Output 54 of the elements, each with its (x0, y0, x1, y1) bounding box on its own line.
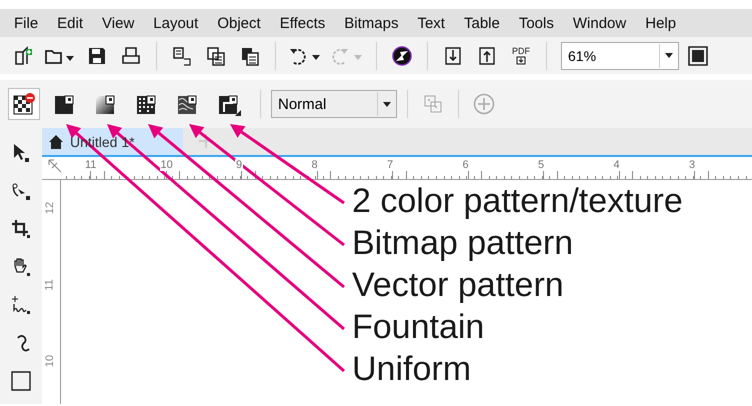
copy-icon (206, 46, 226, 66)
menu-item[interactable]: Edit (49, 14, 94, 32)
export-icon (478, 46, 496, 66)
callout-label: Uniform (352, 350, 472, 388)
ruler-number: 9 (235, 159, 244, 171)
ruler-number: 7 (386, 159, 394, 171)
ruler-number: 4 (612, 159, 621, 171)
import-icon (444, 46, 462, 66)
menu-item[interactable]: Bitmaps (336, 14, 410, 32)
callout-label: Vector pattern (352, 266, 565, 304)
freehand-tool-icon (10, 294, 32, 316)
caret-icon (383, 102, 391, 106)
document-icon (516, 56, 526, 64)
full-screen-icon (688, 46, 708, 66)
ruler-number: 6 (462, 159, 470, 171)
menu-item[interactable]: View (94, 14, 146, 32)
no-fill-icon (12, 92, 36, 116)
add-icon (473, 93, 495, 115)
menu-item[interactable]: Layout (145, 14, 210, 32)
menu-item[interactable]: Object (209, 14, 272, 32)
ruler-number: 11 (44, 278, 56, 290)
ruler-origin-icon (48, 159, 62, 173)
ruler-number: 8 (310, 159, 319, 171)
callout-label: Bitmap pattern (352, 224, 574, 262)
ruler-number: 5 (537, 159, 546, 171)
menu-item[interactable]: Table (456, 14, 511, 32)
ruler-number: 10 (44, 354, 56, 368)
crop-tool-icon (10, 218, 32, 240)
menu-item[interactable]: Window (564, 14, 638, 32)
copy-fill-icon (423, 94, 443, 114)
ruler-number: 12 (44, 202, 56, 214)
menu-item[interactable]: File (6, 14, 50, 32)
menu-item[interactable]: Tools (510, 14, 565, 32)
ruler-number: 3 (688, 159, 696, 171)
home-icon (48, 134, 64, 150)
zoom-field[interactable]: 61% (561, 42, 679, 70)
save-icon (87, 46, 107, 66)
callout-label: Fountain (352, 308, 486, 346)
launcher-icon (392, 46, 412, 66)
callout-label: 2 color pattern/texture (352, 182, 683, 220)
pdf-button[interactable]: PDF (506, 40, 536, 70)
menu-item[interactable]: Effects (272, 14, 336, 32)
caret-icon (665, 53, 673, 58)
print-icon (121, 46, 141, 66)
paste-icon (240, 46, 260, 66)
ruler-number: 10 (160, 159, 174, 171)
no-fill-button[interactable] (8, 88, 40, 120)
menu-item[interactable]: Text (409, 14, 456, 32)
rectangle-tool-icon (10, 370, 32, 392)
plus-icon (198, 134, 213, 148)
blend-mode-dropdown[interactable]: Normal (271, 90, 397, 118)
menu-item[interactable]: Help (637, 14, 688, 32)
new-icon (13, 46, 33, 66)
ruler-number: 11 (84, 159, 98, 171)
